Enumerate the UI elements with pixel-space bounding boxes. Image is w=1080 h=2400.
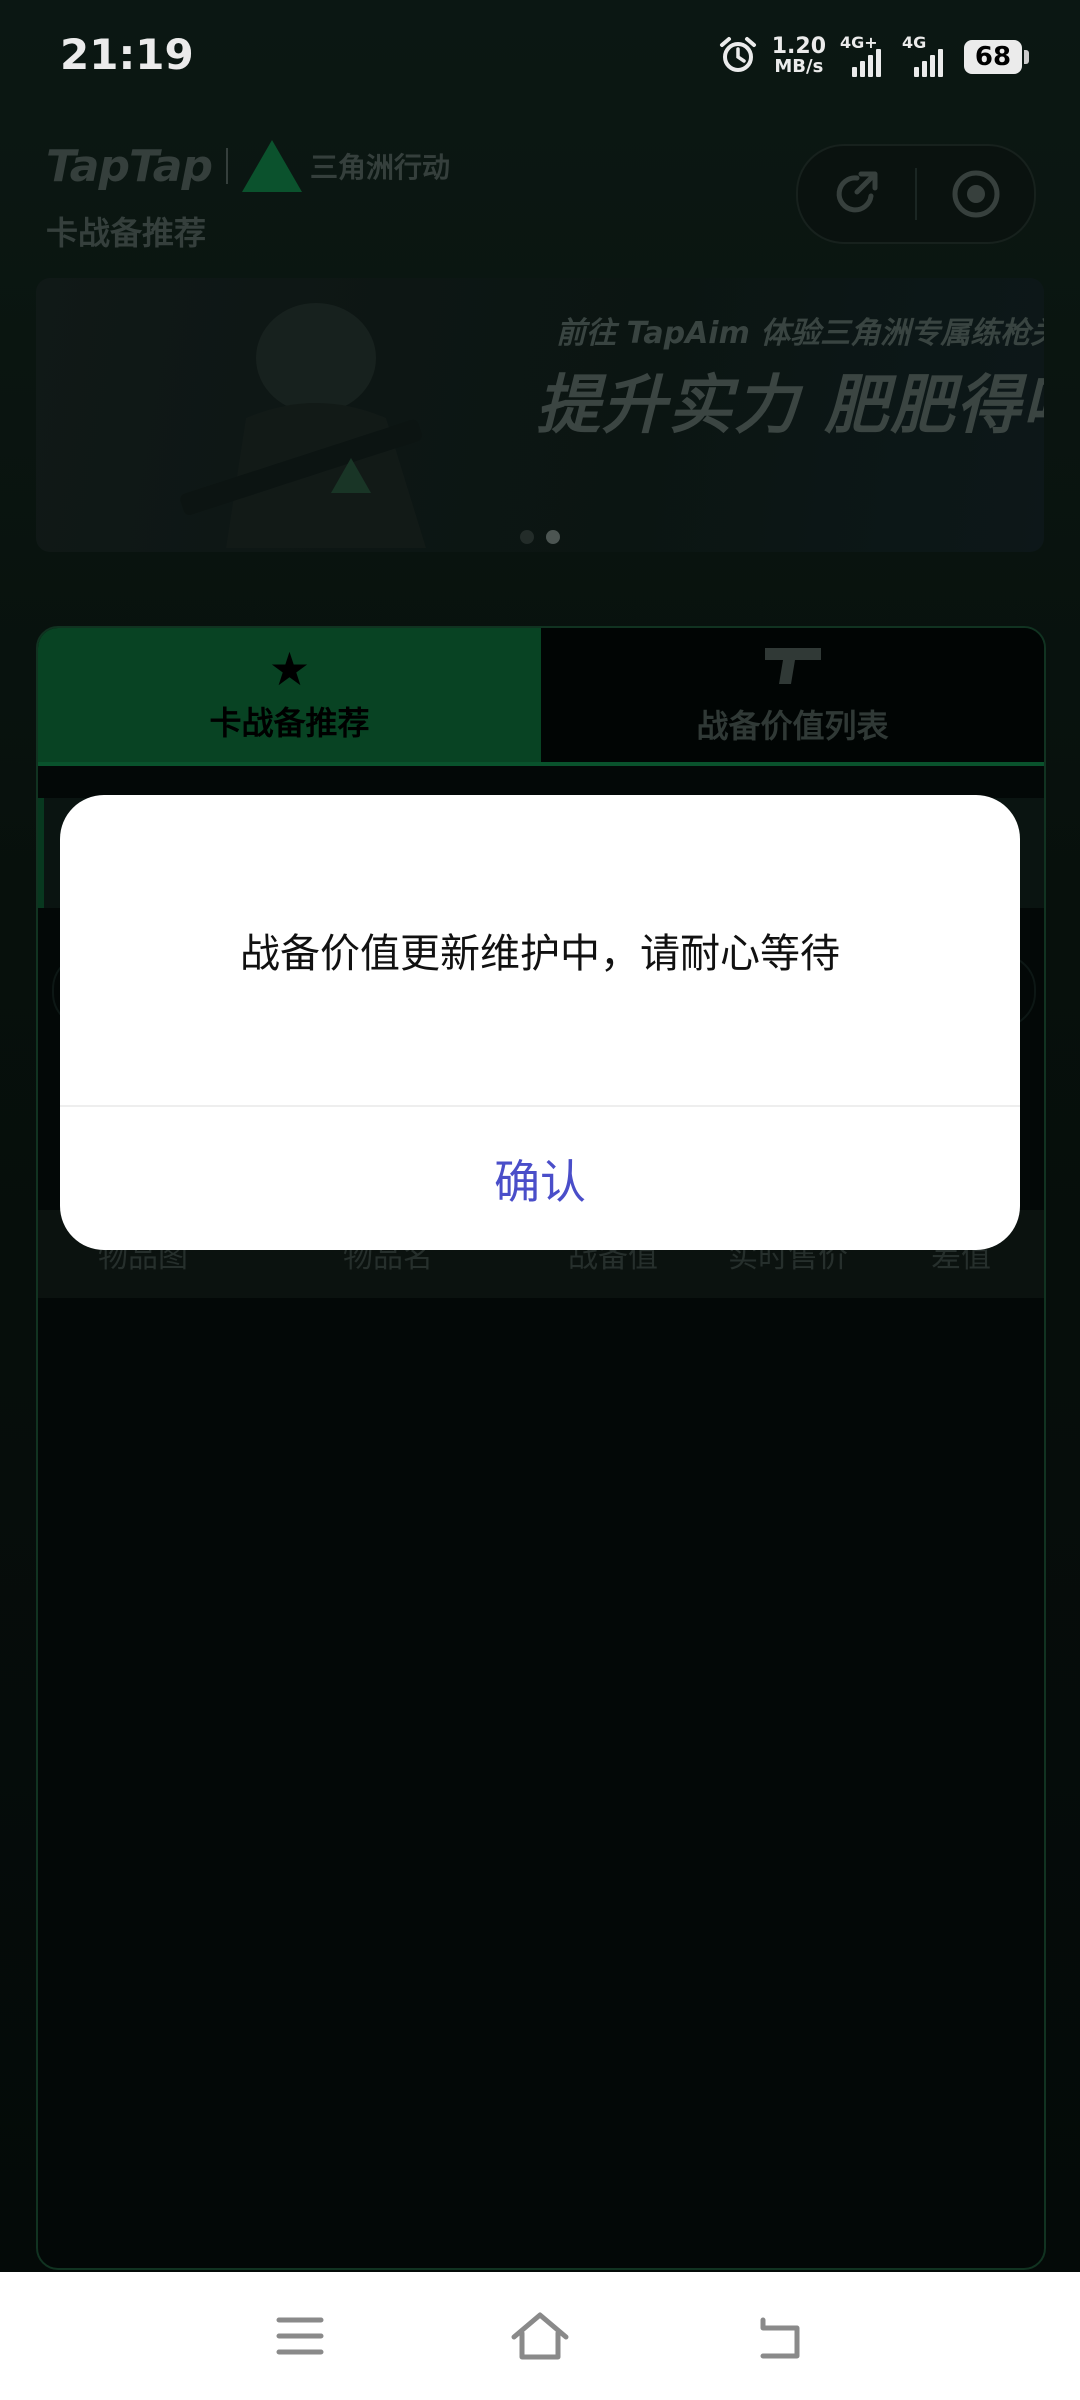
maintenance-dialog: 战备价值更新维护中，请耐心等待 确认 [60,795,1020,1250]
back-button[interactable] [660,2272,900,2400]
home-button[interactable] [420,2272,660,2400]
dialog-message: 战备价值更新维护中，请耐心等待 [240,931,840,977]
system-nav-bar [0,2272,1080,2400]
menu-icon [276,2317,324,2355]
home-icon [511,2312,569,2360]
app-screen: 21:19 1.20 MB/s 4G+ 4G 68 TapTap 三角洲行动 卡… [0,0,1080,2272]
back-icon [760,2317,800,2359]
confirm-button[interactable]: 确认 [60,1107,1020,1250]
menu-button[interactable] [180,2272,420,2400]
